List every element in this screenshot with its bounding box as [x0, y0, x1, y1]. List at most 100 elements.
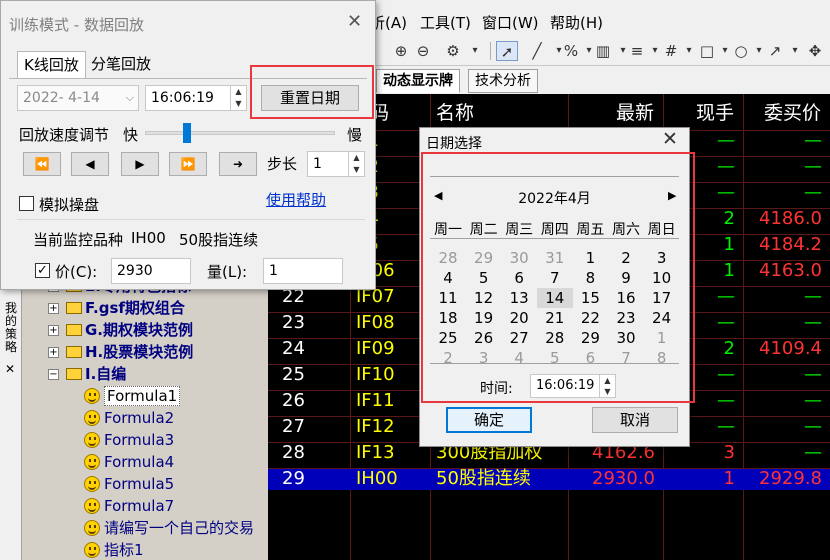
expand-icon[interactable]: +: [48, 325, 59, 336]
price-input[interactable]: 2930: [111, 258, 191, 284]
chevron-down-icon[interactable]: ▾: [464, 41, 486, 61]
calendar-day[interactable]: 22: [572, 308, 608, 328]
calendar-day[interactable]: 14: [536, 288, 573, 308]
tree-formula[interactable]: Formula7: [84, 496, 174, 517]
calendar-day[interactable]: 10: [644, 268, 680, 288]
tab-technical-analysis[interactable]: 技术分析: [468, 69, 538, 93]
zoom-in-icon[interactable]: ⊕: [390, 41, 412, 61]
close-icon[interactable]: ✕: [347, 11, 362, 32]
next-month-icon[interactable]: ▶: [668, 189, 676, 202]
tree-folder[interactable]: − I.自编: [48, 364, 126, 385]
calendar-day[interactable]: 25: [430, 328, 466, 348]
help-link[interactable]: 使用帮助: [266, 189, 326, 210]
cancel-button[interactable]: 取消: [592, 407, 678, 433]
calendar-day[interactable]: 9: [608, 268, 644, 288]
tree-formula[interactable]: Formula2: [84, 408, 174, 429]
calendar-day[interactable]: 16: [608, 288, 644, 308]
col-hand[interactable]: 现手: [696, 98, 734, 125]
calendar-day[interactable]: 20: [501, 308, 537, 328]
gear-icon[interactable]: ⚙: [442, 41, 464, 61]
calendar-day[interactable]: 6: [572, 348, 608, 368]
pan-icon[interactable]: ✥: [804, 41, 826, 61]
dialog-time-field[interactable]: 16:06:19 ▲ ▼: [530, 374, 616, 398]
calendar-day[interactable]: 3: [466, 348, 502, 368]
menu-tools[interactable]: 工具(T): [420, 12, 471, 33]
calendar-day[interactable]: 21: [537, 308, 573, 328]
speed-slider-thumb[interactable]: [182, 123, 191, 143]
tree-formula[interactable]: Formula5: [84, 474, 174, 495]
calendar-day[interactable]: 4: [501, 348, 537, 368]
date-picker[interactable]: 2022- 4-14 ⌵: [17, 85, 139, 111]
calendar-day[interactable]: 1: [644, 328, 680, 348]
calendar-day[interactable]: 4: [430, 268, 466, 288]
menu-help[interactable]: 帮助(H): [550, 12, 603, 33]
tree-formula[interactable]: 指标1: [84, 540, 144, 560]
calendar-day[interactable]: 5: [537, 348, 573, 368]
close-icon[interactable]: ✕: [662, 128, 678, 150]
tree-formula[interactable]: Formula1: [84, 386, 181, 407]
close-icon[interactable]: ✕: [5, 362, 15, 376]
calendar-day[interactable]: 23: [608, 308, 644, 328]
calendar-day[interactable]: 8: [572, 268, 608, 288]
menu-window[interactable]: 窗口(W): [482, 12, 539, 33]
expand-icon[interactable]: +: [48, 303, 59, 314]
ok-button[interactable]: 确定: [446, 407, 532, 433]
spin-buttons[interactable]: ▲ ▼: [230, 86, 246, 110]
expand-icon[interactable]: +: [48, 347, 59, 358]
calendar-day[interactable]: 8: [644, 348, 680, 368]
calendar-day[interactable]: 3: [644, 248, 680, 268]
tab-tick-replay[interactable]: 分笔回放: [85, 51, 157, 79]
calendar-day[interactable]: 19: [466, 308, 502, 328]
calendar-day[interactable]: 18: [430, 308, 466, 328]
calendar-day[interactable]: 29: [466, 248, 502, 268]
jump-end-button[interactable]: ➜: [219, 152, 257, 176]
table-row[interactable]: 29 IH00 50股指连续 2930.0 1 2929.8: [268, 468, 830, 490]
calendar-day[interactable]: 24: [644, 308, 680, 328]
zoom-out-icon[interactable]: ⊖: [412, 41, 434, 61]
calendar-day[interactable]: 28: [537, 328, 573, 348]
col-bid[interactable]: 委买价: [764, 98, 821, 125]
calendar-day[interactable]: 31: [537, 248, 573, 268]
tree-folder[interactable]: + H.股票模块范例: [48, 342, 193, 363]
tree-formula[interactable]: 请编写一个自己的交易: [84, 518, 254, 539]
col-last[interactable]: 最新: [616, 98, 654, 125]
calendar-day[interactable]: 13: [501, 288, 537, 308]
calendar-day[interactable]: 30: [501, 248, 537, 268]
calendar-day[interactable]: 27: [501, 328, 537, 348]
cursor-icon[interactable]: ➚: [496, 41, 518, 61]
col-name[interactable]: 名称: [436, 98, 474, 125]
calendar-day[interactable]: 5: [466, 268, 502, 288]
speed-slider[interactable]: [145, 131, 335, 135]
calendar-day[interactable]: 7: [537, 268, 573, 288]
spin-buttons[interactable]: ▲ ▼: [348, 152, 364, 176]
calendar-day[interactable]: 2: [430, 348, 466, 368]
calendar-day[interactable]: 6: [501, 268, 537, 288]
tree-folder[interactable]: + F.gsf期权组合: [48, 298, 185, 319]
calendar-day[interactable]: 12: [466, 288, 502, 308]
step-field[interactable]: 1 ▲ ▼: [307, 151, 365, 177]
play-button[interactable]: ▶: [121, 152, 159, 176]
tab-dynamic-board[interactable]: 动态显示牌: [376, 69, 460, 93]
calendar-day[interactable]: 15: [572, 288, 608, 308]
spin-buttons[interactable]: ▲ ▼: [599, 375, 615, 397]
strategy-side-tab[interactable]: 我的策略 ✕: [0, 282, 22, 560]
chevron-down-icon[interactable]: ▾: [784, 41, 806, 61]
calendar-day[interactable]: 11: [430, 288, 466, 308]
sim-trade-checkbox[interactable]: [19, 196, 34, 211]
tree-formula[interactable]: Formula3: [84, 430, 174, 451]
qty-input[interactable]: 1: [263, 258, 343, 284]
step-back-button[interactable]: ◀: [71, 152, 109, 176]
line-tool-icon[interactable]: ╱: [526, 41, 548, 61]
fast-forward-button[interactable]: ⏩: [169, 152, 207, 176]
channel-icon[interactable]: ▥: [592, 41, 614, 61]
calendar-day[interactable]: 17: [644, 288, 680, 308]
tree-formula[interactable]: Formula4: [84, 452, 174, 473]
tab-kline-replay[interactable]: K线回放: [17, 51, 86, 79]
calendar-day[interactable]: 28: [430, 248, 466, 268]
collapse-icon[interactable]: −: [48, 369, 59, 380]
calendar-day[interactable]: 2: [608, 248, 644, 268]
calendar-day[interactable]: 26: [466, 328, 502, 348]
calendar-day[interactable]: 7: [608, 348, 644, 368]
arrow-icon[interactable]: ↗: [764, 41, 786, 61]
calendar-day[interactable]: 1: [572, 248, 608, 268]
